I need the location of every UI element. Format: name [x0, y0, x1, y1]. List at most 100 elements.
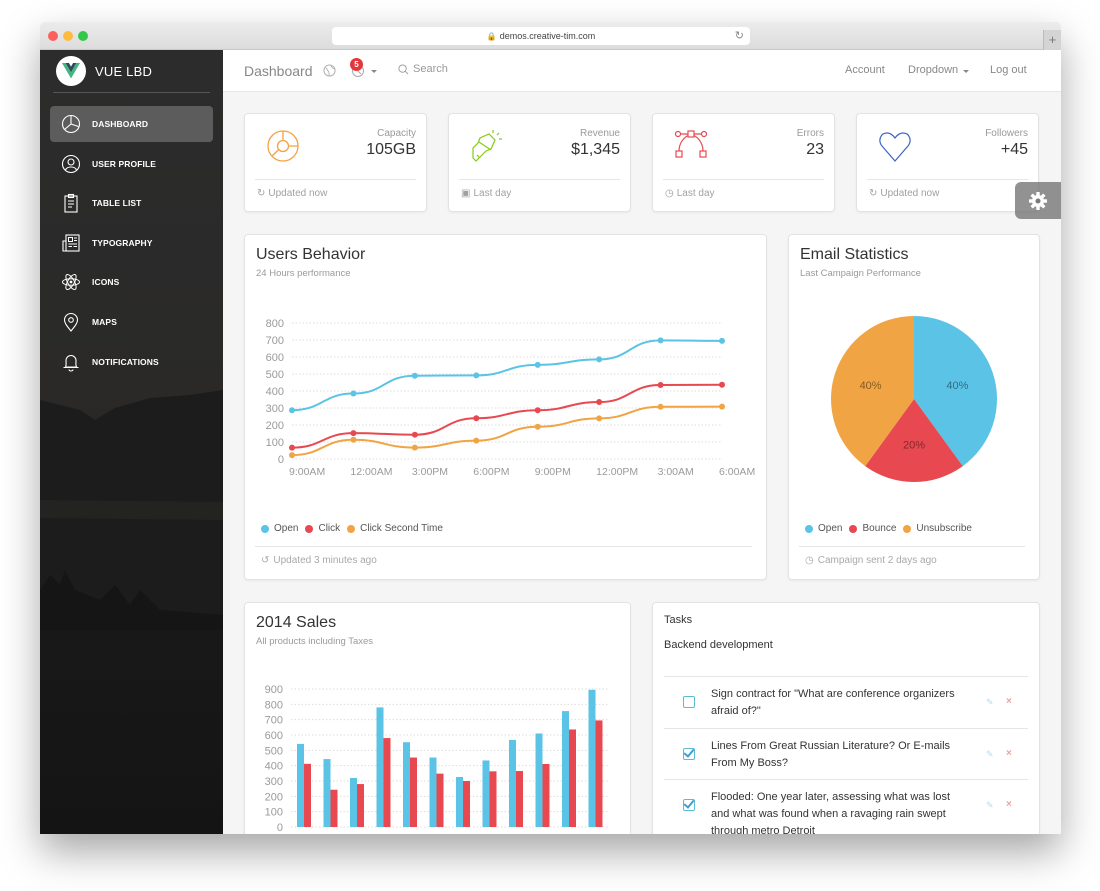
task-checkbox[interactable] [683, 799, 695, 811]
bar [403, 742, 410, 827]
page-title[interactable]: Dashboard [244, 63, 313, 79]
minimize-window-button[interactable] [63, 31, 73, 41]
new-tab-button[interactable]: + [1043, 30, 1061, 50]
pie-slice-label: 40% [946, 380, 968, 392]
stat-footer: ↻ Updated now [869, 188, 939, 199]
bar [330, 789, 338, 827]
delete-icon[interactable]: × [1006, 799, 1012, 810]
vue-logo-icon [56, 56, 86, 86]
sidebar-item-typography[interactable]: TYPOGRAPHY [50, 225, 213, 261]
account-link[interactable]: Account [845, 64, 885, 76]
flashlight-icon [472, 130, 502, 162]
pie-slice-label: 40% [860, 380, 882, 392]
bar [489, 771, 497, 827]
dropdown-caret-icon[interactable] [963, 70, 969, 73]
stat-divider [459, 179, 620, 180]
data-point [719, 403, 725, 410]
card-footer: ↺ Updated 3 minutes ago [261, 555, 377, 566]
bar [304, 763, 311, 827]
stat-value: $1,345 [571, 141, 620, 158]
bar [357, 784, 364, 827]
y-tick-label: 700 [266, 335, 284, 347]
y-tick-label: 0 [278, 454, 284, 466]
stat-label: Followers [985, 128, 1028, 139]
sidebar-item-label: MAPS [92, 316, 117, 327]
y-tick-label: 300 [266, 403, 284, 415]
address-bar[interactable]: 🔒 demos.creative-tim.com ↻ [332, 27, 750, 45]
main-content: Dashboard 5 Search Account Dropdown Log … [223, 50, 1061, 834]
data-point [596, 356, 603, 363]
data-point [289, 452, 295, 459]
delete-icon[interactable]: × [1006, 696, 1012, 707]
task-text: Flooded: One year later, assessing what … [711, 791, 951, 834]
sidebar-item-user-profile[interactable]: USER PROFILE [50, 146, 213, 182]
email-statistics-pie-chart: 40% 20% 40% [831, 316, 997, 482]
reload-icon[interactable]: ↻ [735, 27, 744, 45]
users-behavior-line-chart: 0 100 200 300 400 500 600 700 800 9:00AM 12:00AM 3:… [266, 318, 756, 478]
maximize-window-button[interactable] [78, 31, 88, 41]
stat-card-revenue: Revenue $1,345 ▣ Last day [448, 113, 631, 212]
sidebar-item-label: ICONS [92, 277, 120, 288]
gear-icon [1029, 191, 1047, 210]
legend-label: Open [274, 523, 299, 534]
delete-icon[interactable]: × [1006, 748, 1012, 759]
settings-toggle[interactable] [1015, 182, 1061, 219]
bar [410, 757, 417, 827]
card-title: Email Statistics [800, 246, 909, 263]
close-window-button[interactable] [48, 31, 58, 41]
sidebar-item-label: NOTIFICATIONS [92, 356, 159, 367]
x-tick-label: 6:00PM [473, 466, 509, 478]
stat-divider [663, 179, 824, 180]
y-tick-label: 400 [266, 386, 284, 398]
bar [376, 707, 384, 827]
legend-label: Open [818, 523, 843, 534]
line-chart-legend: Open Click Click Second Time [261, 523, 450, 534]
edit-icon[interactable]: ✎ [986, 800, 994, 811]
legend-dot-click-second-time [347, 524, 356, 533]
stat-footer: ↻ Updated now [257, 188, 327, 199]
dropdown-toggle[interactable]: Dropdown [908, 64, 958, 76]
y-tick-label: 400 [265, 761, 283, 773]
brand-logo[interactable]: VUE LBD [56, 56, 152, 86]
data-point [473, 415, 480, 422]
sidebar-item-label: TYPOGRAPHY [92, 237, 153, 248]
legend-label: Unsubscribe [916, 523, 972, 534]
y-tick-label: 100 [266, 437, 284, 449]
sales-card: 2014 Sales All products including Taxes … [244, 602, 631, 834]
task-list: Sign contract for "What are conference o… [664, 676, 1028, 834]
search-link[interactable]: Search [398, 63, 448, 75]
legend-dot-bounce [849, 524, 858, 533]
sidebar-divider [53, 92, 210, 93]
task-checkbox[interactable] [683, 747, 695, 760]
data-point [289, 407, 295, 414]
legend-label: Click [318, 523, 341, 534]
browser-window: 🔒 demos.creative-tim.com ↻ + VUE LBD DASH… [40, 22, 1061, 834]
y-tick-label: 800 [266, 318, 284, 330]
news-paper-icon [62, 234, 80, 252]
sidebar-item-icons[interactable]: ICONS [50, 264, 213, 300]
sidebar-item-table-list[interactable]: TABLE LIST [50, 185, 213, 221]
stat-footer-text: Last day [473, 188, 512, 199]
bar [456, 777, 463, 827]
sales-bar-chart: 0 100 200 300 400 500 600 700 800 900 [265, 684, 609, 834]
notifications-caret-icon[interactable] [371, 70, 377, 73]
data-point [596, 399, 603, 406]
logout-link[interactable]: Log out [990, 64, 1027, 76]
heart-icon [879, 132, 911, 162]
x-tick-label: 9:00AM [289, 466, 325, 478]
data-point [289, 444, 295, 451]
edit-icon[interactable]: ✎ [986, 749, 994, 760]
y-tick-label: 600 [266, 352, 284, 364]
task-checkbox[interactable] [683, 696, 695, 708]
sidebar-item-notifications[interactable]: NOTIFICATIONS [50, 344, 213, 380]
edit-icon[interactable]: ✎ [986, 697, 994, 708]
sidebar-item-maps[interactable]: MAPS [50, 304, 213, 340]
globe-icon[interactable] [323, 64, 336, 77]
sidebar-item-dashboard[interactable]: DASHBOARD [50, 106, 213, 142]
clock-icon: ◷ [805, 555, 814, 566]
legend-label: Click Second Time [360, 523, 443, 534]
pie-chart-legend: Open Bounce Unsubscribe [805, 523, 979, 534]
card-footer: ◷ Campaign sent 2 days ago [805, 555, 937, 566]
x-tick-label: 12:00PM [596, 466, 638, 478]
legend-dot-open [261, 524, 269, 533]
